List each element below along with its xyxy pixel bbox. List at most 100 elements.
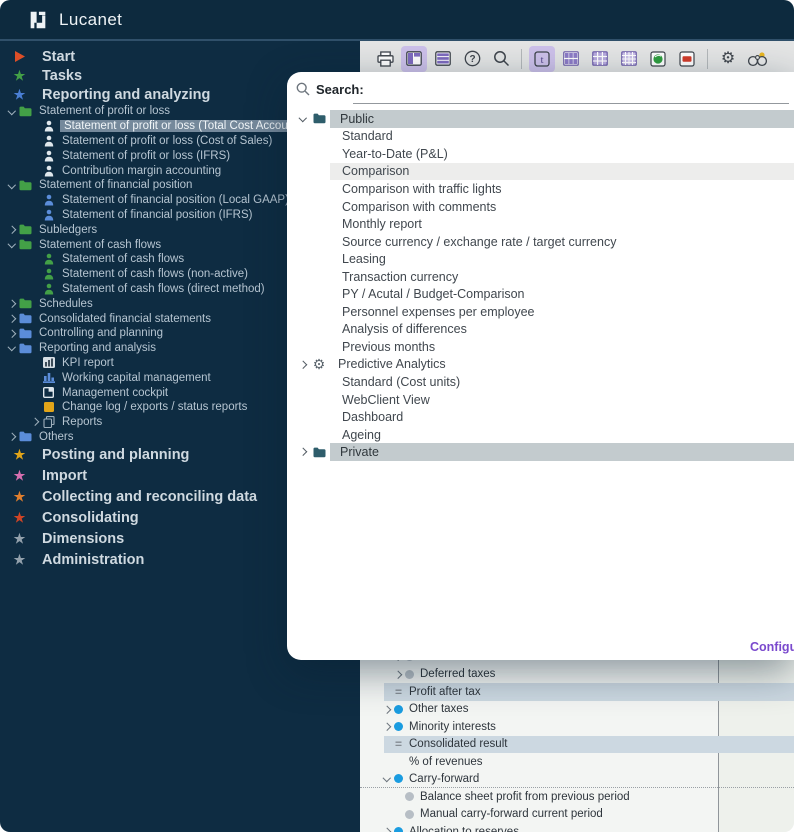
person-icon	[41, 253, 56, 265]
report-item-predictive-analytics[interactable]: ⚙Predictive Analytics	[287, 356, 794, 374]
search-input[interactable]	[353, 80, 789, 104]
report-item-label: Year-to-Date (P&L)	[342, 147, 448, 161]
star-icon: ★	[14, 448, 26, 461]
report-item-py-acutal-budget-comparison[interactable]: PY / Acutal / Budget-Comparison	[287, 285, 794, 303]
account-row-other-taxes[interactable]: Other taxes	[360, 701, 794, 719]
settings-icon: ⚙	[721, 51, 735, 67]
blue-circle-icon	[394, 705, 403, 714]
report-item-standard-cost-units-[interactable]: Standard (Cost units)	[287, 373, 794, 391]
account-row-label: Profit after tax	[409, 686, 481, 698]
sidebar-item-label: Posting and planning	[42, 447, 189, 463]
folder-icon	[18, 180, 33, 191]
toolbar-text-cell-button[interactable]: t	[529, 46, 555, 72]
chartblue-icon	[41, 372, 56, 383]
expand-chevron-icon	[383, 723, 391, 731]
layout-columns-icon	[406, 51, 422, 66]
report-item-label: Predictive Analytics	[338, 357, 446, 371]
expand-chevron-icon	[8, 433, 16, 441]
toolbar-red-cell-button[interactable]	[674, 46, 700, 72]
person-icon	[41, 209, 56, 221]
report-item-label: Private	[338, 445, 379, 459]
report-item-transaction-currency[interactable]: Transaction currency	[287, 268, 794, 286]
red-cell-icon	[679, 51, 695, 67]
sidebar-item-label: Statement of cash flows	[62, 253, 184, 265]
account-row-allocation-to-reserves[interactable]: Allocation to reserves	[360, 823, 794, 832]
person-icon	[41, 283, 56, 295]
star-icon: ★	[14, 553, 26, 566]
person-icon	[41, 120, 56, 132]
report-item-source-currency-exchange-rate-target-cur[interactable]: Source currency / exchange rate / target…	[287, 233, 794, 251]
search-icon	[493, 50, 510, 67]
report-item-year-to-date-p-l-[interactable]: Year-to-Date (P&L)	[287, 145, 794, 163]
svg-text:t: t	[540, 54, 543, 66]
expand-chevron-icon	[383, 705, 391, 713]
equals-icon: =	[394, 685, 403, 699]
folder-icon	[311, 447, 327, 458]
account-row--of-revenues[interactable]: % of revenues	[360, 753, 794, 771]
report-item-ageing[interactable]: Ageing	[287, 426, 794, 444]
sidebar-item-label: Statement of profit or loss	[39, 105, 170, 117]
app-window: Lucanet Start★Tasks★Reporting and analyz…	[0, 0, 794, 832]
toolbar-search-button[interactable]	[488, 46, 514, 72]
report-item-label: Monthly report	[342, 217, 422, 231]
account-row-consolidated-result[interactable]: =Consolidated result	[360, 736, 794, 754]
sidebar-item-label: Reporting and analysis	[39, 342, 156, 354]
toolbar: ? t ⚙	[360, 41, 794, 76]
toolbar-settings-button[interactable]: ⚙	[715, 46, 741, 72]
report-item-dashboard[interactable]: Dashboard	[287, 408, 794, 426]
report-item-leasing[interactable]: Leasing	[287, 250, 794, 268]
toolbar-globe-cell-button[interactable]	[645, 46, 671, 72]
toolbar-printer-button[interactable]	[372, 46, 398, 72]
toolbar-grid-cells-button[interactable]	[587, 46, 613, 72]
report-item-comparison-with-comments[interactable]: Comparison with comments	[287, 198, 794, 216]
sidebar-item-label: Statement of profit or loss (Cost of Sal…	[62, 135, 272, 147]
report-item-previous-months[interactable]: Previous months	[287, 338, 794, 356]
report-item-label: Comparison with traffic lights	[342, 182, 502, 196]
status-square-icon	[44, 402, 54, 412]
sidebar-item-label: Start	[42, 49, 75, 65]
lucanet-logo-icon	[27, 9, 49, 31]
toolbar-layout-rows-button[interactable]	[430, 46, 456, 72]
star-icon: ★	[14, 69, 26, 82]
cockpit-icon	[41, 387, 56, 398]
sidebar-item-label: Import	[42, 468, 87, 484]
report-item-personnel-expenses-per-employee[interactable]: Personnel expenses per employee	[287, 303, 794, 321]
report-item-webclient-view[interactable]: WebClient View	[287, 391, 794, 409]
toolbar-binoculars-button[interactable]	[744, 46, 770, 72]
report-item-private[interactable]: Private	[287, 443, 794, 461]
report-list: PublicStandardYear-to-Date (P&L) Comparis…	[287, 110, 794, 461]
account-row-balance-sheet-profit-from-previous-perio[interactable]: Balance sheet profit from previous perio…	[360, 788, 794, 806]
account-row-minority-interests[interactable]: Minority interests	[360, 718, 794, 736]
account-row-deferred-taxes[interactable]: Deferred taxes	[360, 666, 794, 684]
report-item-label: Previous months	[342, 340, 435, 354]
report-item-standard[interactable]: Standard	[287, 128, 794, 146]
toolbar-help-button[interactable]: ?	[459, 46, 485, 72]
report-item-label: Leasing	[342, 252, 386, 266]
sidebar-item-label: Consolidating	[42, 510, 139, 526]
sidebar-item-label: Statement of financial position	[39, 179, 192, 191]
sidebar-item-start[interactable]: Start	[0, 47, 360, 66]
gray-circle-icon	[405, 670, 414, 679]
star-icon: ★	[14, 490, 26, 503]
sidebar-item-label: Statement of cash flows (direct method)	[62, 283, 265, 295]
account-row-profit-after-tax[interactable]: = Profit after tax	[360, 683, 794, 701]
blue-circle-icon	[394, 774, 403, 783]
toolbar-grid-columns-button[interactable]	[558, 46, 584, 72]
report-item-comparison-with-traffic-lights[interactable]: Comparison with traffic lights	[287, 180, 794, 198]
account-row-label: Balance sheet profit from previous perio…	[420, 791, 630, 803]
report-item-analysis-of-differences[interactable]: Analysis of differences	[287, 321, 794, 339]
help-icon: ?	[464, 50, 481, 67]
text-cell-icon: t	[534, 51, 550, 67]
printer-icon	[377, 51, 394, 67]
report-item-public[interactable]: Public	[287, 110, 794, 128]
account-row-manual-carry-forward-current-period[interactable]: Manual carry-forward current period	[360, 806, 794, 824]
report-item-monthly-report[interactable]: Monthly report	[287, 215, 794, 233]
configure-link[interactable]: Configure	[750, 640, 794, 654]
report-item-label: Transaction currency	[342, 270, 458, 284]
report-item-comparison[interactable]: Comparison	[287, 163, 794, 181]
expand-chevron-icon	[299, 361, 307, 369]
toolbar-layout-columns-button[interactable]	[401, 46, 427, 72]
account-row-carry-forward[interactable]: Carry-forward	[360, 771, 794, 789]
person-icon	[41, 268, 56, 280]
toolbar-grid-dense-button[interactable]	[616, 46, 642, 72]
